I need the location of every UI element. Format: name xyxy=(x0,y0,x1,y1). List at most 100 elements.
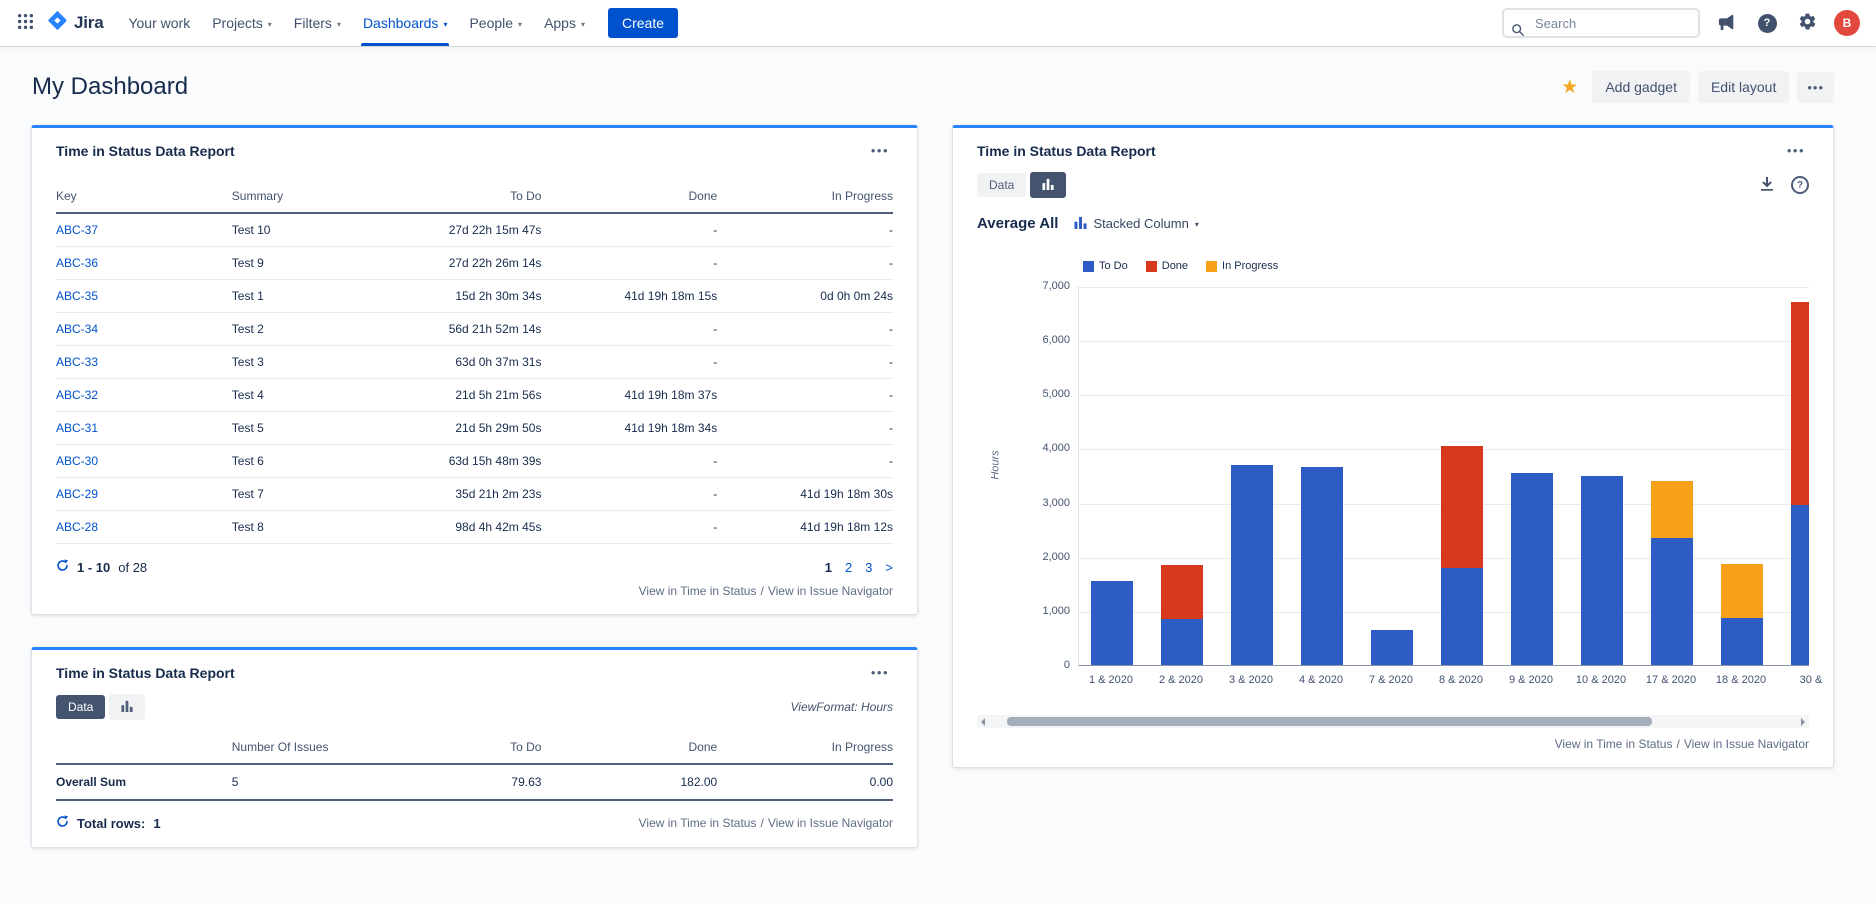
scrollbar-thumb[interactable] xyxy=(1007,717,1652,726)
gadget-more-button[interactable]: ••• xyxy=(867,664,893,681)
page-link-3[interactable]: 3 xyxy=(865,560,872,575)
legend-label: To Do xyxy=(1099,260,1128,272)
bar-segment-to-do[interactable] xyxy=(1721,618,1763,665)
nav-item-projects[interactable]: Projects▾ xyxy=(201,0,283,46)
chart-view-button[interactable] xyxy=(109,694,145,720)
edit-layout-button[interactable]: Edit layout xyxy=(1698,71,1789,103)
gadget-more-button[interactable]: ••• xyxy=(867,142,893,159)
table-row: ABC-32Test 421d 5h 21m 56s41d 19h 18m 37… xyxy=(56,379,893,412)
settings-button[interactable] xyxy=(1794,10,1820,36)
chevron-down-icon: ▾ xyxy=(581,18,585,29)
bar-chart-icon xyxy=(1042,178,1054,192)
jira-logo[interactable]: Jira xyxy=(41,10,117,36)
data-view-button[interactable]: Data xyxy=(56,695,105,719)
x-tick-label: 1 & 2020 xyxy=(1089,674,1133,686)
todo-cell: 63d 0h 37m 31s xyxy=(399,346,541,379)
create-button[interactable]: Create xyxy=(608,8,678,38)
page-link-1[interactable]: 1 xyxy=(825,560,832,575)
gadget-title: Time in Status Data Report xyxy=(977,143,1156,159)
view-in-issue-navigator-link[interactable]: View in Issue Navigator xyxy=(768,816,893,830)
view-in-issue-navigator-link[interactable]: View in Issue Navigator xyxy=(1684,737,1809,751)
bar-segment-to-do[interactable] xyxy=(1511,473,1553,665)
table-row: ABC-28Test 898d 4h 42m 45s-41d 19h 18m 1… xyxy=(56,511,893,544)
primary-nav: Your workProjects▾Filters▾Dashboards▾Peo… xyxy=(117,0,596,46)
data-view-button[interactable]: Data xyxy=(977,173,1026,197)
issue-key-link[interactable]: ABC-28 xyxy=(56,520,98,534)
issue-key-link[interactable]: ABC-31 xyxy=(56,421,98,435)
gadget-more-button[interactable]: ••• xyxy=(1783,142,1809,159)
table-row: ABC-33Test 363d 0h 37m 31s-- xyxy=(56,346,893,379)
footer-separator: / xyxy=(760,584,763,598)
pagination: 1 - 10 of 28 123> xyxy=(56,559,893,575)
issue-key-link[interactable]: ABC-35 xyxy=(56,289,98,303)
bar-segment-done[interactable] xyxy=(1441,446,1483,568)
bar-segment-done[interactable] xyxy=(1791,302,1809,505)
average-all-label: Average All xyxy=(977,215,1058,232)
view-in-time-in-status-link[interactable]: View in Time in Status xyxy=(639,816,757,830)
bar-segment-in-progress[interactable] xyxy=(1651,481,1693,538)
chart-view-button[interactable] xyxy=(1030,172,1066,198)
scrollbar-left-arrow[interactable] xyxy=(981,718,985,726)
view-in-time-in-status-link[interactable]: View in Time in Status xyxy=(639,584,757,598)
app-switcher-button[interactable] xyxy=(10,9,41,37)
nav-item-filters[interactable]: Filters▾ xyxy=(283,0,352,46)
total-rows-value: 1 xyxy=(153,816,160,831)
bar-segment-to-do[interactable] xyxy=(1791,505,1809,665)
bar-segment-in-progress[interactable] xyxy=(1721,564,1763,618)
issue-key-link[interactable]: ABC-36 xyxy=(56,256,98,270)
chart-help-button[interactable]: ? xyxy=(1791,176,1809,194)
view-in-time-in-status-link[interactable]: View in Time in Status xyxy=(1555,737,1673,751)
dashboard-more-button[interactable]: ••• xyxy=(1797,72,1834,103)
x-tick-label: 2 & 2020 xyxy=(1159,674,1203,686)
chart-x-labels: 1 & 20202 & 20203 & 20204 & 20207 & 2020… xyxy=(1078,674,1809,694)
legend-item-done[interactable]: Done xyxy=(1146,260,1188,272)
pagination-next[interactable]: > xyxy=(885,560,893,575)
y-tick-label: 5,000 xyxy=(977,388,1070,400)
search-input[interactable] xyxy=(1502,8,1700,38)
chevron-down-icon: ▾ xyxy=(443,18,447,29)
x-tick-label: 30 & xyxy=(1800,674,1823,686)
help-button[interactable]: ? xyxy=(1754,10,1780,36)
gadget-title: Time in Status Data Report xyxy=(56,665,235,681)
bar-segment-to-do[interactable] xyxy=(1301,467,1343,665)
issue-key-link[interactable]: ABC-33 xyxy=(56,355,98,369)
page-link-2[interactable]: 2 xyxy=(845,560,852,575)
bar-segment-to-do[interactable] xyxy=(1441,568,1483,665)
view-in-issue-navigator-link[interactable]: View in Issue Navigator xyxy=(768,584,893,598)
bar-segment-to-do[interactable] xyxy=(1091,581,1133,665)
issue-key-link[interactable]: ABC-34 xyxy=(56,322,98,336)
scrollbar-right-arrow[interactable] xyxy=(1801,718,1805,726)
chart-tools: ? xyxy=(1759,176,1809,195)
nav-item-apps[interactable]: Apps▾ xyxy=(533,0,596,46)
refresh-icon[interactable] xyxy=(56,815,69,831)
announcements-button[interactable] xyxy=(1714,10,1740,36)
issue-key-link[interactable]: ABC-37 xyxy=(56,223,98,237)
issue-key-link[interactable]: ABC-29 xyxy=(56,487,98,501)
bar-segment-done[interactable] xyxy=(1161,565,1203,619)
summary-cell: Test 6 xyxy=(232,445,399,478)
nav-item-dashboards[interactable]: Dashboards▾ xyxy=(352,0,459,46)
export-button[interactable] xyxy=(1759,176,1775,195)
avatar[interactable]: B xyxy=(1834,10,1860,36)
right-column: Time in Status Data Report ••• Data xyxy=(952,125,1834,768)
chart-area: Hours 01,0002,0003,0004,0005,0006,0007,0… xyxy=(977,287,1809,699)
table-header-row: Number Of Issues To Do Done In Progress xyxy=(56,732,893,764)
add-gadget-button[interactable]: Add gadget xyxy=(1592,71,1690,103)
bar-segment-to-do[interactable] xyxy=(1161,619,1203,665)
chart-type-dropdown[interactable]: Stacked Column ▾ xyxy=(1074,216,1198,232)
refresh-icon[interactable] xyxy=(56,559,69,575)
issue-key-link[interactable]: ABC-30 xyxy=(56,454,98,468)
in-progress-cell: 41d 19h 18m 12s xyxy=(717,511,893,544)
nav-item-people[interactable]: People▾ xyxy=(458,0,533,46)
favorite-star-button[interactable]: ★ xyxy=(1555,76,1584,99)
issue-key-link[interactable]: ABC-32 xyxy=(56,388,98,402)
bar-segment-to-do[interactable] xyxy=(1581,476,1623,666)
bar-segment-to-do[interactable] xyxy=(1651,538,1693,665)
legend-item-in-progress[interactable]: In Progress xyxy=(1206,260,1278,272)
column-header-done: Done xyxy=(541,732,717,764)
legend-item-to-do[interactable]: To Do xyxy=(1083,260,1128,272)
nav-item-your-work[interactable]: Your work xyxy=(117,0,201,46)
y-tick-label: 7,000 xyxy=(977,280,1070,292)
bar-segment-to-do[interactable] xyxy=(1371,630,1413,665)
bar-segment-to-do[interactable] xyxy=(1231,465,1273,665)
